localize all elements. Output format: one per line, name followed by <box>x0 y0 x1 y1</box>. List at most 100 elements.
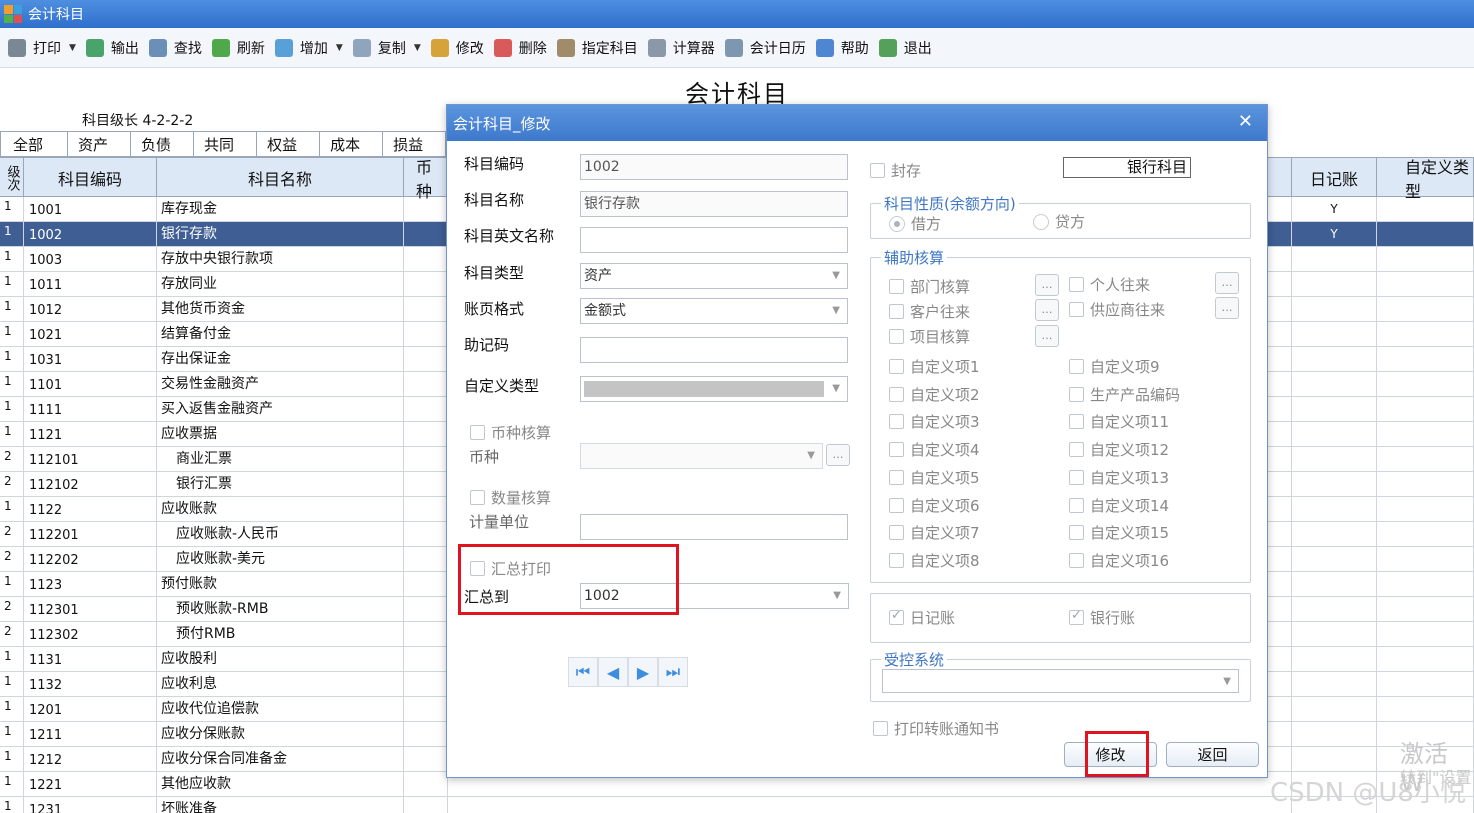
aux-right-2[interactable]: 自定义项9 <box>1069 356 1160 377</box>
aux-left-10[interactable]: 自定义项8 <box>889 550 980 571</box>
checkbox[interactable] <box>889 608 904 625</box>
project-ellipsis-button[interactable]: … <box>1035 325 1059 347</box>
name-field[interactable]: 银行存款 <box>580 191 848 217</box>
toolbar-print-button[interactable]: 打印 ▼ <box>4 33 82 63</box>
aux-left-4[interactable]: 自定义项2 <box>889 384 980 405</box>
aux-left-2[interactable]: 项目核算 <box>889 326 970 347</box>
tab-1[interactable]: 资产 <box>68 131 132 157</box>
checkbox[interactable] <box>1069 359 1084 374</box>
english-name-field[interactable] <box>580 227 848 253</box>
checkbox[interactable] <box>1069 277 1084 292</box>
checkbox[interactable] <box>889 442 904 457</box>
tab-4[interactable]: 权益 <box>257 131 321 157</box>
currency-check[interactable]: 币种核算 <box>470 422 551 443</box>
aux-right-5[interactable]: 自定义项12 <box>1069 439 1169 460</box>
controlled-select[interactable]: ▼ <box>882 669 1239 693</box>
toolbar-help-button[interactable]: 帮助 <box>812 33 875 63</box>
checkbox[interactable] <box>889 525 904 540</box>
first-record-icon[interactable]: ⏮ <box>568 657 598 687</box>
journal-check[interactable]: 日记账 <box>889 607 955 628</box>
checkbox[interactable] <box>889 414 904 429</box>
aux-left-5[interactable]: 自定义项3 <box>889 411 980 432</box>
radio-credit[interactable] <box>1033 213 1049 230</box>
dept-ellipsis-button[interactable]: … <box>1035 274 1059 296</box>
checkbox[interactable] <box>889 279 904 294</box>
aux-right-9[interactable]: 自定义项16 <box>1069 550 1169 571</box>
page-format-select[interactable]: 金额式 ▼ <box>580 298 848 324</box>
customer-ellipsis-button[interactable]: … <box>1035 299 1059 321</box>
currency-select[interactable]: ▼ <box>580 443 823 469</box>
toolbar-copy-button[interactable]: 复制 ▼ <box>349 33 427 63</box>
aux-right-0[interactable]: 个人往来 <box>1069 274 1150 295</box>
aux-left-0[interactable]: 部门核算 <box>889 276 970 297</box>
close-icon[interactable]: ✕ <box>1238 111 1253 132</box>
checkbox[interactable] <box>1069 414 1084 429</box>
chevron-down-icon[interactable]: ▼ <box>69 43 76 53</box>
nature-credit[interactable]: 贷方 <box>1033 211 1085 232</box>
custom-type-select[interactable]: ▼ <box>580 376 848 402</box>
toolbar-refresh-button[interactable]: 刷新 <box>208 33 271 63</box>
checkbox[interactable] <box>1069 553 1084 568</box>
mnemonic-field[interactable] <box>580 337 848 363</box>
bank-journal-check[interactable]: 银行账 <box>1069 607 1135 628</box>
back-button[interactable]: 返回 <box>1166 742 1259 767</box>
aux-right-1[interactable]: 供应商往来 <box>1069 299 1165 320</box>
checkbox[interactable] <box>1069 525 1084 540</box>
code-field[interactable]: 1002 <box>580 154 848 180</box>
checkbox[interactable] <box>873 721 888 736</box>
checkbox[interactable] <box>1069 387 1084 402</box>
checkbox[interactable] <box>1069 442 1084 457</box>
checkbox[interactable] <box>889 553 904 568</box>
toolbar-delete-button[interactable]: 删除 <box>490 33 553 63</box>
transfer-notice-check[interactable]: 打印转账通知书 <box>873 718 999 739</box>
tab-2[interactable]: 负债 <box>131 131 195 157</box>
radio-debit[interactable] <box>889 215 905 232</box>
seal-check[interactable]: 封存 <box>870 160 921 181</box>
tab-0[interactable]: 全部 <box>0 131 69 157</box>
checkbox[interactable] <box>889 329 904 344</box>
aux-right-7[interactable]: 自定义项14 <box>1069 495 1169 516</box>
checkbox[interactable] <box>889 470 904 485</box>
checkbox[interactable] <box>1069 498 1084 513</box>
checkbox[interactable] <box>1069 608 1084 625</box>
prev-record-icon[interactable]: ◀ <box>598 657 628 687</box>
aux-left-6[interactable]: 自定义项4 <box>889 439 980 460</box>
toolbar-calc-button[interactable]: 计算器 <box>644 33 721 63</box>
checkbox[interactable] <box>889 359 904 374</box>
personal-ellipsis-button[interactable]: … <box>1215 272 1239 294</box>
last-record-icon[interactable]: ⏭ <box>658 657 688 687</box>
aux-right-3[interactable]: 生产产品编码 <box>1069 384 1180 405</box>
aux-left-3[interactable]: 自定义项1 <box>889 356 980 377</box>
checkbox[interactable] <box>889 304 904 319</box>
aux-right-6[interactable]: 自定义项13 <box>1069 467 1169 488</box>
checkbox[interactable] <box>870 163 885 178</box>
toolbar-export-button[interactable]: 输出 <box>82 33 145 63</box>
toolbar-find-button[interactable]: 查找 <box>145 33 208 63</box>
toolbar-edit-button[interactable]: 修改 <box>427 33 490 63</box>
tab-5[interactable]: 成本 <box>320 131 384 157</box>
toolbar-assign-button[interactable]: 指定科目 <box>553 33 644 63</box>
unit-field[interactable] <box>580 514 848 540</box>
toolbar-add-button[interactable]: 增加 ▼ <box>271 33 349 63</box>
quantity-check[interactable]: 数量核算 <box>470 487 551 508</box>
aux-left-8[interactable]: 自定义项6 <box>889 495 980 516</box>
nature-debit[interactable]: 借方 <box>889 213 941 234</box>
aux-left-9[interactable]: 自定义项7 <box>889 522 980 543</box>
toolbar-exit-button[interactable]: 退出 <box>875 33 938 63</box>
aux-right-8[interactable]: 自定义项15 <box>1069 522 1169 543</box>
supplier-ellipsis-button[interactable]: … <box>1215 297 1239 319</box>
checkbox[interactable] <box>470 490 485 505</box>
tab-3[interactable]: 共同 <box>194 131 258 157</box>
toolbar-calendar-button[interactable]: 会计日历 <box>721 33 812 63</box>
checkbox[interactable] <box>1069 470 1084 485</box>
type-select[interactable]: 资产 ▼ <box>580 263 848 289</box>
checkbox[interactable] <box>1069 302 1084 317</box>
checkbox[interactable] <box>889 498 904 513</box>
aux-right-4[interactable]: 自定义项11 <box>1069 411 1169 432</box>
table-row[interactable]: 1 1231 坏账准备 <box>0 797 1474 813</box>
checkbox[interactable] <box>889 387 904 402</box>
aux-left-7[interactable]: 自定义项5 <box>889 467 980 488</box>
aux-left-1[interactable]: 客户往来 <box>889 301 970 322</box>
chevron-down-icon[interactable]: ▼ <box>336 43 343 53</box>
currency-ellipsis-button[interactable]: … <box>826 444 850 466</box>
